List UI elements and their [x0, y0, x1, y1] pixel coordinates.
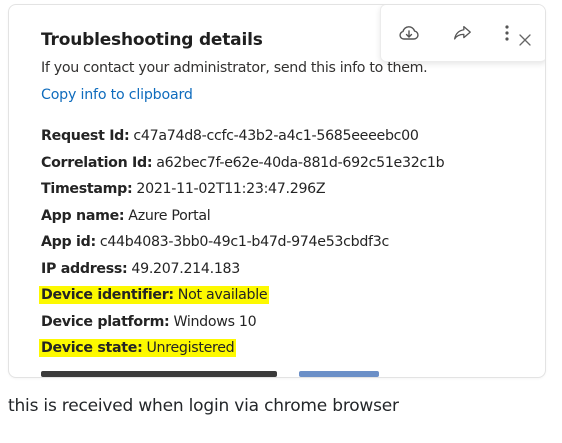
caption-text: this is received when login via chrome b… [8, 396, 399, 416]
detail-row-app-id: App id: c44b4083-3bb0-49c1-b47d-974e53cbd… [41, 229, 444, 256]
detail-row-timestamp: Timestamp: 2021-11-02T11:23:47.296Z [41, 176, 444, 203]
panel-title: Troubleshooting details [41, 30, 263, 50]
detail-value: 2021-11-02T11:23:47.296Z [136, 181, 326, 197]
download-button[interactable] [395, 19, 423, 47]
troubleshooting-panel: Troubleshooting details If you contact y… [8, 4, 546, 378]
detail-row-app-name: App name: Azure Portal [41, 203, 444, 230]
detail-label: Device identifier: [41, 287, 174, 303]
details-list: Request Id: c47a74d8-ccfc-43b2-a4c1-5685e… [39, 123, 445, 362]
detail-value: a62bec7f-e62e-40da-881d-692c51e32c1b [156, 154, 445, 171]
detail-value: Azure Portal [128, 207, 211, 224]
detail-row-ip-address: IP address: 49.207.214.183 [41, 256, 444, 283]
detail-value: c47a74d8-ccfc-43b2-a4c1-5685eeeebc00 [133, 128, 419, 144]
highlight-marker: Device state: Unregistered [39, 339, 237, 357]
more-options-icon [505, 25, 509, 41]
detail-label: Correlation Id: [41, 154, 153, 171]
copy-info-link[interactable]: Copy info to clipboard [41, 87, 193, 103]
cut-link-fragment [299, 371, 380, 377]
share-button[interactable] [448, 19, 476, 47]
detail-label: Device state: [41, 340, 143, 356]
detail-row-request-id: Request Id: c47a74d8-ccfc-43b2-a4c1-5685e… [41, 123, 444, 150]
detail-value: Windows 10 [173, 313, 257, 330]
detail-value: 49.207.214.183 [131, 260, 241, 277]
close-button[interactable] [512, 27, 538, 53]
detail-row-device-platform: Device platform: Windows 10 [41, 309, 444, 336]
detail-row-device-identifier: Device identifier: Not available [39, 282, 444, 309]
detail-label: App id: [41, 234, 96, 250]
detail-label: Request Id: [41, 128, 130, 144]
detail-label: App name: [41, 207, 125, 224]
detail-value: c44b4083-3bb0-49c1-b47d-974e53cbdf3c [99, 234, 389, 250]
detail-row-device-state: Device state: Unregistered [39, 335, 444, 362]
highlight-marker: Device identifier: Not available [39, 286, 270, 304]
detail-label: Device platform: [41, 313, 170, 330]
detail-value: Unregistered [146, 340, 235, 356]
cut-off-row [41, 363, 511, 377]
detail-row-correlation-id: Correlation Id: a62bec7f-e62e-40da-881d-6… [41, 150, 445, 177]
download-icon [399, 26, 419, 40]
close-icon [519, 34, 531, 46]
detail-label: IP address: [41, 260, 128, 277]
panel-subtitle: If you contact your administrator, send … [41, 60, 428, 76]
detail-label: Timestamp: [41, 181, 133, 197]
share-icon [454, 25, 471, 40]
cut-text-fragment [41, 371, 277, 377]
detail-value: Not available [177, 287, 268, 303]
